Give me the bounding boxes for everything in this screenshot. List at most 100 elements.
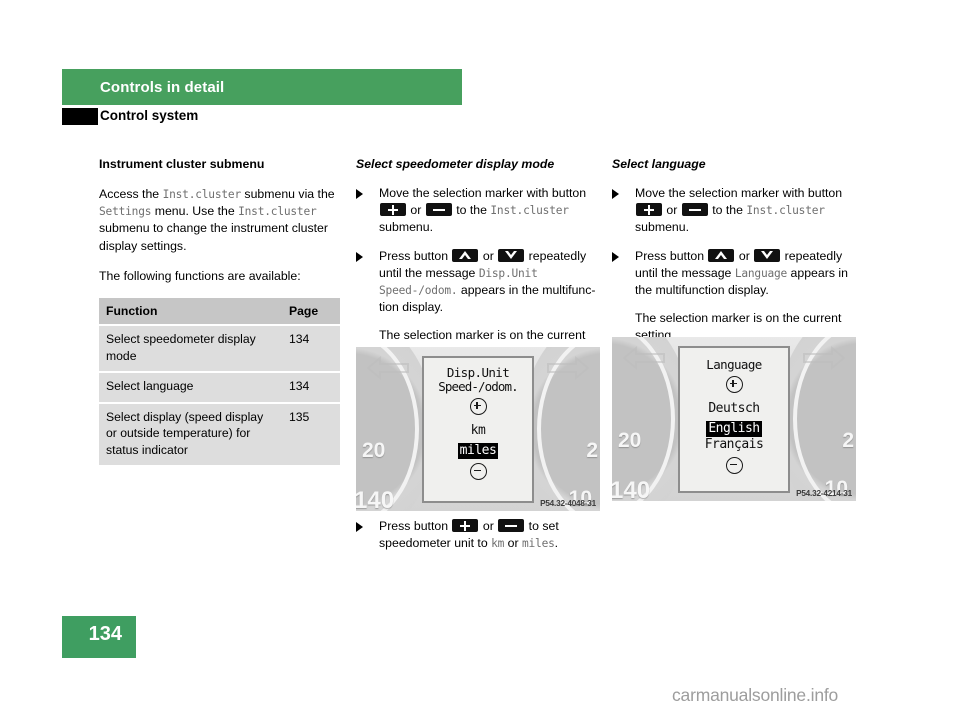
right-heading: Select language	[612, 157, 706, 171]
bullet-triangle-icon	[612, 189, 619, 199]
lcd-title: Disp.Unit	[446, 365, 510, 380]
gauge-label-140: 140	[356, 487, 395, 511]
minus-circle-icon	[725, 457, 743, 474]
text-frag: Press button	[379, 248, 452, 263]
plus-circle-icon	[469, 398, 487, 415]
mono-disp-unit: Disp.Unit	[478, 266, 538, 280]
text-frag: or	[407, 203, 425, 218]
mono-settings: Settings	[99, 205, 152, 219]
middle-column: Select speedometer display mode Move the…	[356, 156, 598, 373]
turn-signal-left-icon	[622, 345, 665, 371]
mono-inst-cluster: Inst.cluster	[490, 204, 569, 218]
lcd-option-english-selected: English	[706, 421, 762, 437]
up-button-icon	[708, 248, 735, 262]
list-item: Press button or repeatedly until the mes…	[612, 248, 854, 300]
list-item: Move the selection marker with button or…	[612, 185, 854, 237]
left-paragraph-2: The following functions are available:	[99, 268, 301, 283]
mono-miles: miles	[521, 537, 555, 551]
lcd-option-deutsch: Deutsch	[708, 401, 760, 416]
right-column: Select language Move the selection marke…	[612, 156, 854, 356]
text-frag: or	[479, 248, 498, 263]
left-paragraph-1: Access the Inst.cluster submenu via the …	[99, 186, 341, 255]
list-item: Press button or repeatedly until the mes…	[356, 248, 598, 317]
text-frag: menu. Use the	[151, 204, 239, 219]
column-header-function: Function	[99, 298, 282, 327]
multifunction-display-screen: Disp.Unit Speed-/odom. km miles	[422, 356, 534, 503]
down-button-icon	[754, 248, 781, 262]
mono-inst-cluster-2: Inst.cluster	[238, 205, 317, 219]
lcd-option-francais: Français	[704, 437, 764, 452]
middle-steps-list-2: Press button or to set speedometer unit …	[356, 518, 598, 552]
table-header-row: Function Page	[99, 298, 340, 327]
text-frag: Move the selection marker with button	[379, 186, 587, 200]
mono-speed-odom: Speed-/odom.	[379, 284, 458, 298]
cell-page: 134	[282, 372, 340, 404]
functions-table: Function Page Select speedometer display…	[99, 298, 340, 466]
turn-signal-right-icon	[547, 355, 590, 381]
text-frag: or	[479, 519, 498, 533]
cell-function: Select speedometer display mode	[99, 325, 282, 374]
text-frag: Move the selection marker with button	[635, 186, 843, 200]
plus-button-icon	[452, 519, 479, 532]
mono-inst-cluster: Inst.cluster	[162, 188, 242, 201]
cell-function: Select language	[99, 372, 282, 404]
text-frag: to the	[708, 203, 747, 218]
gauge-label-140: 140	[612, 477, 651, 501]
gauge-label-2: 2	[842, 429, 854, 452]
gauge-label-20: 20	[362, 439, 386, 462]
text-frag: or	[663, 203, 681, 218]
language-figure: 20 140 10 2 Language Deutsch English Fra…	[612, 337, 856, 501]
text-frag: Press button	[379, 519, 452, 533]
middle-steps-list: Move the selection marker with button or…	[356, 185, 598, 316]
bullet-triangle-icon	[612, 251, 619, 262]
left-heading: Instrument cluster submenu	[99, 157, 265, 171]
list-item: Move the selection marker with button or…	[356, 185, 598, 237]
minus-button-icon	[681, 203, 708, 217]
turn-signal-left-icon	[366, 355, 409, 381]
mono-km: km	[491, 537, 505, 551]
plus-button-icon	[380, 203, 406, 217]
text-frag: submenu.	[379, 220, 434, 235]
list-item: Press button or to set speedometer unit …	[356, 518, 598, 552]
figure-code: P54.32-4214-31	[796, 489, 852, 498]
speedometer-unit-figure: 20 140 10 2 Disp.Unit Speed-/odom. km mi…	[356, 347, 600, 511]
text-frag: submenu to change the instrument cluster…	[99, 221, 328, 253]
page-number: 134	[88, 623, 122, 645]
cell-function: Select display (speed display or outside…	[99, 402, 282, 466]
bullet-triangle-icon	[356, 189, 363, 199]
mono-language: Language	[734, 266, 788, 280]
table-row: Select language 134	[99, 372, 340, 404]
cell-page: 135	[282, 402, 340, 466]
gauge-label-2: 2	[586, 439, 598, 462]
text-frag: .	[554, 536, 559, 551]
plus-circle-icon	[725, 376, 743, 393]
watermark: carmanualsonline.info	[672, 685, 839, 705]
text-frag: or	[504, 536, 522, 551]
table-row: Select display (speed display or outside…	[99, 402, 340, 466]
multifunction-display-screen: Language Deutsch English Français	[678, 346, 790, 493]
turn-signal-right-icon	[803, 345, 846, 371]
right-steps-list: Move the selection marker with button or…	[612, 185, 854, 299]
lcd-option-km: km	[470, 423, 486, 438]
text-frag: submenu.	[635, 220, 690, 235]
gauge-label-20: 20	[618, 429, 642, 452]
bullet-triangle-icon	[356, 251, 363, 262]
bullet-triangle-icon	[356, 522, 363, 532]
up-button-icon	[452, 248, 479, 262]
chapter-title: Controls in detail	[100, 79, 225, 96]
figure-code: P54.32-4048-31	[540, 499, 596, 508]
down-button-icon	[498, 248, 525, 262]
minus-button-icon	[425, 203, 452, 217]
table-row: Select speedometer display mode 134	[99, 325, 340, 374]
lcd-title: Language	[706, 357, 762, 372]
text-frag: or	[735, 248, 754, 263]
column-header-page: Page	[282, 298, 340, 327]
text-frag: Access the	[99, 187, 163, 201]
text-frag: to the	[452, 203, 491, 218]
left-column: Instrument cluster submenu Access the In…	[99, 156, 341, 466]
minus-button-icon	[498, 519, 525, 532]
manual-page: Controls in detail Control system Instru…	[0, 0, 960, 720]
middle-heading: Select speedometer display mode	[356, 157, 555, 171]
plus-button-icon	[636, 203, 662, 217]
cell-page: 134	[282, 325, 340, 374]
